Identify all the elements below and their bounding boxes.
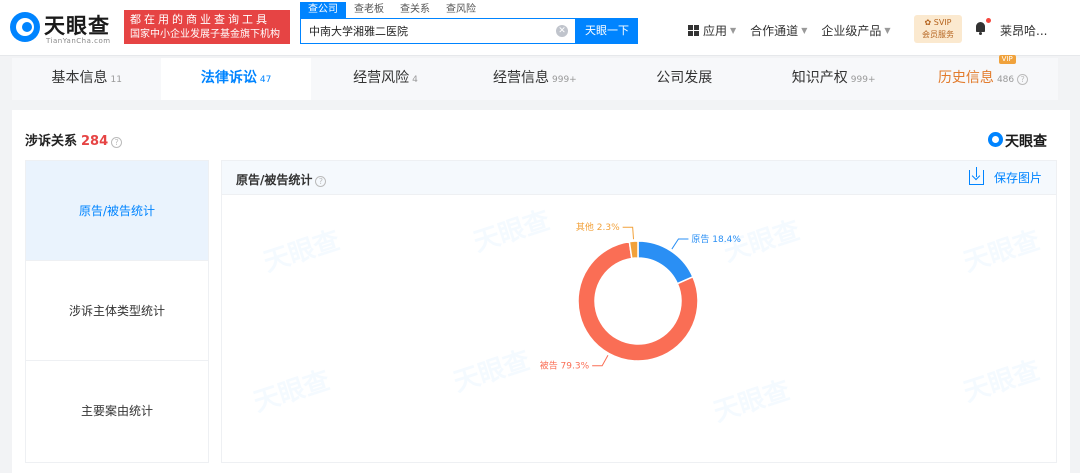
tab-count: 47 bbox=[259, 75, 272, 85]
nav-apps-label: 应用 bbox=[703, 23, 728, 38]
tab-ip[interactable]: 知识产权 999+ bbox=[758, 58, 909, 100]
tab-count: 999+ bbox=[850, 75, 876, 85]
tab-legal[interactable]: 法律诉讼 47 bbox=[161, 58, 311, 100]
section-title-label: 涉诉关系 bbox=[25, 134, 78, 149]
tab-count: 486 bbox=[996, 75, 1015, 85]
brand-logo-icon bbox=[988, 132, 1003, 147]
tab-history[interactable]: 历史信息 486? VIP bbox=[908, 55, 1058, 100]
logo-name: 天眼查 bbox=[44, 14, 110, 38]
tab-count: 4 bbox=[412, 75, 418, 85]
grid-icon bbox=[688, 24, 699, 36]
tab-development[interactable]: 公司发展 bbox=[609, 58, 759, 100]
vip-tag: VIP bbox=[998, 55, 1016, 64]
tab-label: 知识产权 bbox=[791, 70, 848, 86]
save-image-button[interactable]: 保存图片 bbox=[968, 167, 1042, 186]
nav-apps[interactable]: 应用 ▼ bbox=[688, 22, 736, 39]
chart-title: 原告/被告统计? bbox=[236, 171, 327, 188]
section-title: 涉诉关系 284? bbox=[25, 130, 123, 149]
side-item-party-type[interactable]: 涉诉主体类型统计 bbox=[26, 261, 208, 361]
chart-title-label: 原告/被告统计 bbox=[236, 173, 313, 187]
slice-label: 被告 79.3% bbox=[540, 360, 590, 372]
search-tab-relation[interactable]: 查关系 bbox=[392, 2, 438, 18]
search-input[interactable] bbox=[301, 19, 551, 43]
leader-line bbox=[622, 226, 635, 240]
leader-line bbox=[592, 354, 609, 367]
nav-cooperation[interactable]: 合作通道 ▼ bbox=[750, 22, 807, 39]
tab-label: 经营风险 bbox=[353, 70, 410, 86]
slice-label: 原告 18.4% bbox=[691, 233, 741, 245]
top-header: 天眼查 TianYanCha.com 都在用的商业查询工具 国家中小企业发展子基… bbox=[0, 0, 1080, 56]
company-tabbar: 基本信息 11 法律诉讼 47 经营风险 4 经营信息 999+ 公司发展 知识产权 99… bbox=[12, 55, 1058, 100]
question-icon[interactable]: ? bbox=[315, 176, 327, 187]
tab-business-risk[interactable]: 经营风险 4 bbox=[310, 58, 461, 100]
bell-icon[interactable] bbox=[975, 22, 986, 35]
tab-count: 999+ bbox=[552, 75, 577, 85]
tianyancha-logo[interactable]: 天眼查 TianYanCha.com bbox=[10, 8, 122, 48]
search-button[interactable]: 天眼一下 bbox=[576, 18, 638, 44]
section-count: 284 bbox=[81, 134, 109, 149]
slice-label: 其他 2.3% bbox=[576, 221, 620, 233]
svip-line-1: ✿ SVIP bbox=[924, 18, 952, 27]
chevron-down-icon: ▼ bbox=[801, 25, 808, 35]
logo-subtitle: TianYanCha.com bbox=[46, 37, 111, 45]
notification-dot bbox=[986, 18, 991, 23]
chevron-down-icon: ▼ bbox=[730, 25, 737, 35]
user-menu[interactable]: 莱昂哈... bbox=[1000, 22, 1047, 39]
litigation-panel: 涉诉关系284? 天眼查 原告/被告统计 涉诉主体类型统计 主要案由统计 天眼查… bbox=[12, 110, 1070, 473]
tab-count: 11 bbox=[110, 75, 122, 85]
tab-basic-info[interactable]: 基本信息 11 bbox=[12, 58, 162, 100]
header-nav: 应用 ▼ 合作通道 ▼ 企业级产品 ▼ bbox=[688, 20, 905, 40]
side-item-plaintiff-defendant[interactable]: 原告/被告统计 bbox=[26, 161, 208, 261]
tab-label: 历史信息 bbox=[937, 70, 994, 86]
tab-label: 经营信息 bbox=[493, 70, 549, 86]
save-image-label: 保存图片 bbox=[993, 171, 1042, 185]
tab-label: 法律诉讼 bbox=[200, 70, 257, 86]
chart-header: 原告/被告统计? 保存图片 bbox=[222, 161, 1056, 195]
search-tab-risk[interactable]: 查风险 bbox=[438, 2, 484, 18]
donut-slice-原告[interactable] bbox=[637, 240, 694, 285]
tab-label: 公司发展 bbox=[656, 70, 713, 86]
donut-chart: 原告 18.4% 被告 79.3% 其他 2.3% bbox=[540, 221, 742, 372]
logo-mark-icon bbox=[10, 12, 40, 42]
slogan-line-1: 都在用的商业查询工具 bbox=[130, 13, 270, 26]
nav-cooperation-label: 合作通道 bbox=[750, 23, 799, 38]
side-item-case-cause[interactable]: 主要案由统计 bbox=[26, 361, 208, 461]
search-type-tabs: 查公司 查老板 查关系 查风险 bbox=[300, 2, 484, 18]
slogan-line-2: 国家中小企业发展子基金旗下机构 bbox=[130, 29, 280, 40]
slogan-banner: 都在用的商业查询工具 国家中小企业发展子基金旗下机构 bbox=[124, 10, 290, 44]
search-tab-boss[interactable]: 查老板 bbox=[346, 2, 392, 18]
stats-side-nav: 原告/被告统计 涉诉主体类型统计 主要案由统计 bbox=[25, 160, 209, 463]
download-icon bbox=[968, 167, 984, 185]
question-icon[interactable]: ? bbox=[111, 137, 123, 148]
clear-icon[interactable]: ✕ bbox=[556, 25, 568, 37]
search-tab-company[interactable]: 查公司 bbox=[300, 2, 346, 18]
chevron-down-icon: ▼ bbox=[884, 25, 891, 35]
tab-label: 基本信息 bbox=[51, 70, 108, 86]
nav-enterprise-label: 企业级产品 bbox=[821, 23, 882, 38]
svip-line-2: 会员服务 bbox=[922, 30, 954, 39]
nav-enterprise[interactable]: 企业级产品 ▼ bbox=[821, 22, 890, 39]
brand-watermark: 天眼查 bbox=[988, 130, 1058, 150]
search-box: ✕ bbox=[300, 18, 576, 44]
chart-card: 天眼查 天眼查 天眼查 天眼查 天眼查 天眼查 天眼查 天眼查 原告/被告统计?… bbox=[221, 160, 1057, 463]
question-icon[interactable]: ? bbox=[1017, 74, 1029, 85]
brand-name: 天眼查 bbox=[1005, 134, 1047, 150]
leader-line bbox=[671, 238, 689, 250]
svip-badge[interactable]: ✿ SVIP 会员服务 bbox=[914, 15, 962, 43]
tab-business-info[interactable]: 经营信息 999+ bbox=[460, 58, 610, 100]
